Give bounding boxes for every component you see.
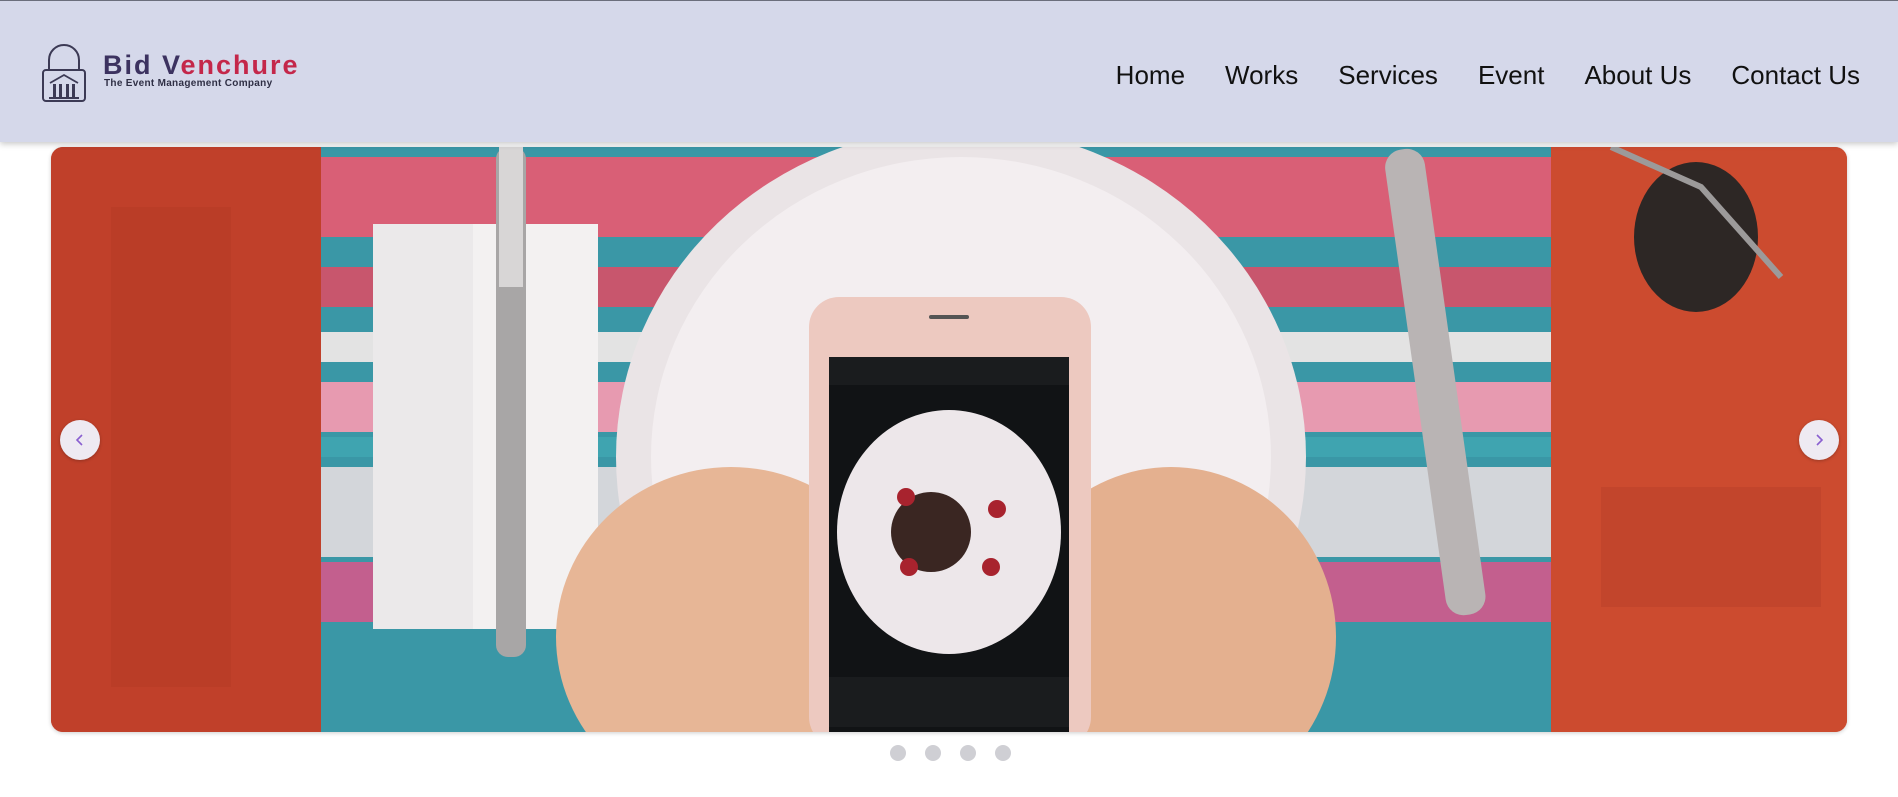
nav-link-event[interactable]: Event [1478,55,1545,95]
carousel-next-button[interactable] [1799,420,1839,460]
carousel-indicators [890,745,1011,761]
carousel-dot-2[interactable] [925,745,941,761]
brand-name-part1: Bid V [103,50,181,80]
brand-name: Bid Venchure [103,50,300,80]
slide-image [51,147,1847,732]
nav-link-services[interactable]: Services [1338,55,1438,95]
nav-link-home[interactable]: Home [1116,55,1185,95]
chevron-right-icon [1816,434,1824,446]
hero-carousel [51,147,1847,732]
padlock-building-icon [42,44,86,102]
carousel-dot-1[interactable] [890,745,906,761]
logo[interactable]: Bid Venchure The Event Management Compan… [40,41,300,103]
brand-name-part2: enchure [180,50,300,80]
carousel-prev-button[interactable] [60,420,100,460]
brand-tagline: The Event Management Company [104,78,273,89]
site-header: Bid Venchure The Event Management Compan… [0,0,1898,142]
nav-link-contact-us[interactable]: Contact Us [1731,55,1860,95]
chevron-left-icon [75,434,83,446]
carousel-dot-4[interactable] [995,745,1011,761]
nav-link-about-us[interactable]: About Us [1584,55,1691,95]
nav-link-works[interactable]: Works [1225,55,1298,95]
carousel-dot-3[interactable] [960,745,976,761]
main-nav: Home Works Services Event About Us Conta… [1116,55,1860,95]
